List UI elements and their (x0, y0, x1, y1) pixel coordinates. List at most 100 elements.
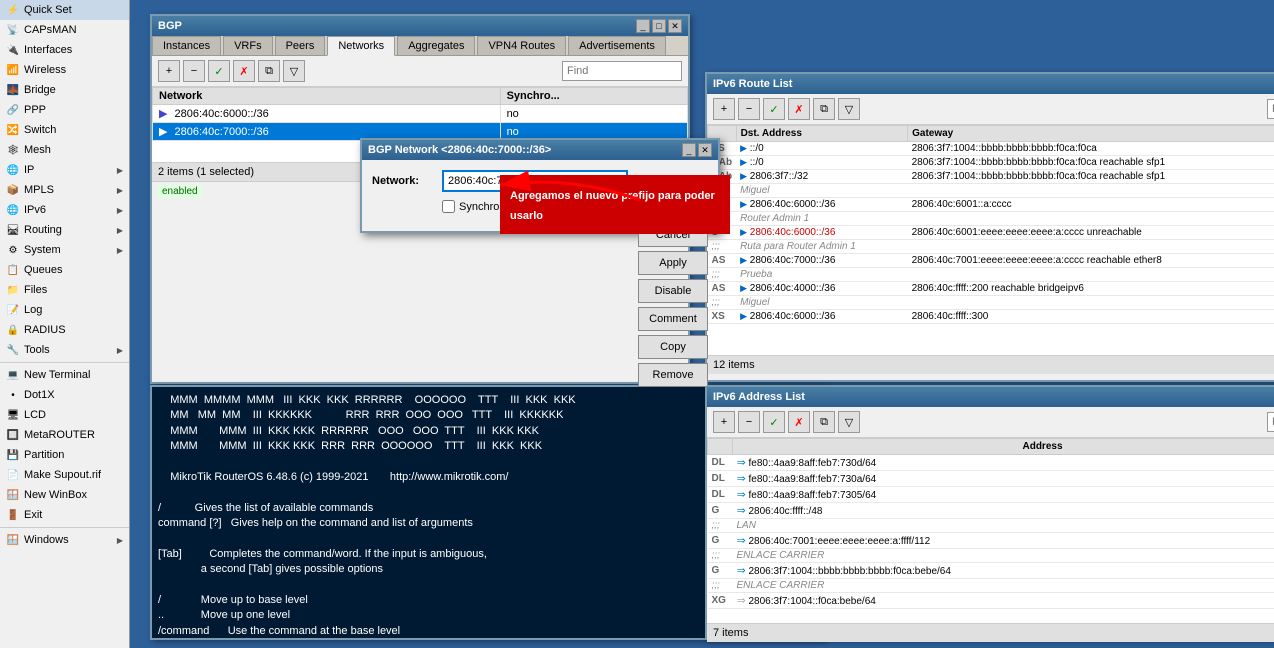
windows-arrow: ▶ (117, 536, 123, 545)
addr-cross-btn[interactable]: ✗ (788, 411, 810, 433)
remove-button[interactable]: − (183, 60, 205, 82)
sidebar-item-files[interactable]: 📁 Files (0, 280, 129, 300)
table-row[interactable]: AS ▶ 2806:40c:7000::/36 2806:40c:7001:ee… (708, 254, 1274, 268)
sidebar-item-new-terminal[interactable]: 💻 New Terminal (0, 365, 129, 385)
sidebar-item-interfaces[interactable]: 🔌 Interfaces (0, 40, 129, 60)
sidebar-item-queues[interactable]: 📋 Queues (0, 260, 129, 280)
sidebar-item-windows[interactable]: 🪟 Windows ▶ (0, 530, 129, 550)
table-row[interactable]: XS ▶ ::/0 2806:3f7:1004::bbbb:bbbb:bbbb:… (708, 142, 1274, 156)
table-row[interactable]: DAb ▶ ::/0 2806:3f7:1004::bbbb:bbbb:bbbb… (708, 156, 1274, 170)
sidebar-item-ip[interactable]: 🌐 IP ▶ (0, 160, 129, 180)
sidebar-item-lcd[interactable]: 🖥 LCD (0, 405, 129, 425)
table-row[interactable]: AS ▶ 2806:40c:4000::/36 2806:40c:ffff::2… (708, 282, 1274, 296)
cell-dst: ▶ 2806:3f7::/32 (736, 170, 908, 184)
comment-button[interactable]: Comment (638, 307, 708, 331)
comment-row: ;;; LAN (708, 519, 1274, 533)
bgp-minimize-button[interactable]: _ (636, 19, 650, 33)
ipv6-remove-btn[interactable]: − (738, 98, 760, 120)
bgp-search-input[interactable] (562, 61, 682, 81)
sidebar-item-log[interactable]: 📝 Log (0, 300, 129, 320)
table-row[interactable]: XG ⇒ 2806:3f7:1004::f0ca:bebe/64 (708, 593, 1274, 609)
table-row[interactable]: XS ▶ 2806:40c:6000::/36 2806:40c:ffff::3… (708, 310, 1274, 324)
bgp-close-button[interactable]: ✕ (668, 19, 682, 33)
ipv6-search-input[interactable] (1267, 99, 1274, 119)
comment-label: ;;; (708, 549, 733, 563)
terminal-icon: 💻 (6, 368, 20, 382)
table-row[interactable]: XS ▶ 2806:40c:6000::/36 2806:40c:6001::a… (708, 198, 1274, 212)
sidebar-item-ppp[interactable]: 🔗 PPP (0, 100, 129, 120)
comment-label: ;;; (708, 519, 733, 533)
table-row[interactable]: G ⇒ 2806:40c:7001:eeee:eeee:eeee:a:ffff/… (708, 533, 1274, 549)
sidebar-item-routing[interactable]: 🛤 Routing ▶ (0, 220, 129, 240)
sidebar-item-tools[interactable]: 🔧 Tools ▶ (0, 340, 129, 360)
cross-button[interactable]: ✗ (233, 60, 255, 82)
ipv6-copy-btn[interactable]: ⧉ (813, 98, 835, 120)
ipv6-add-btn[interactable]: + (713, 98, 735, 120)
disable-button[interactable]: Disable (638, 279, 708, 303)
addr-check-btn[interactable]: ✓ (763, 411, 785, 433)
table-row[interactable]: ▶ 2806:40c:6000::/36 no (153, 105, 688, 123)
table-row[interactable]: S ▶ 2806:40c:6000::/36 2806:40c:6001:eee… (708, 226, 1274, 240)
table-row[interactable]: G ⇒ 2806:3f7:1004::bbbb:bbbb:bbbb:f0ca:b… (708, 563, 1274, 579)
files-icon: 📁 (6, 283, 20, 297)
add-button[interactable]: + (158, 60, 180, 82)
sidebar-item-capsman[interactable]: 📡 CAPsMAN (0, 20, 129, 40)
table-row[interactable]: DL ⇒ fe80::4aa9:8aff:feb7:730d/64 (708, 455, 1274, 471)
tab-vrfs[interactable]: VRFs (223, 36, 273, 55)
sidebar-item-supout[interactable]: 📄 Make Supout.rif (0, 465, 129, 485)
sidebar-item-new-winbox[interactable]: 🪟 New WinBox (0, 485, 129, 505)
addr-remove-btn[interactable]: − (738, 411, 760, 433)
check-button[interactable]: ✓ (208, 60, 230, 82)
ipv6-check-btn[interactable]: ✓ (763, 98, 785, 120)
sidebar-item-mpls[interactable]: 📦 MPLS ▶ (0, 180, 129, 200)
table-row[interactable]: DL ⇒ fe80::4aa9:8aff:feb7:7305/64 (708, 487, 1274, 503)
tab-vpn4-routes[interactable]: VPN4 Routes (477, 36, 566, 55)
cell-gw: 2806:3f7:1004::bbbb:bbbb:bbbb:f0ca:f0ca … (908, 156, 1274, 170)
copy-button[interactable]: Copy (638, 335, 708, 359)
bgp-maximize-button[interactable]: □ (652, 19, 666, 33)
tab-instances[interactable]: Instances (152, 36, 221, 55)
tab-aggregates[interactable]: Aggregates (397, 36, 475, 55)
sidebar-item-radius[interactable]: 🔒 RADIUS (0, 320, 129, 340)
sidebar-item-dot1x[interactable]: • Dot1X (0, 385, 129, 405)
table-row[interactable]: DL ⇒ fe80::4aa9:8aff:feb7:730a/64 (708, 471, 1274, 487)
sidebar-item-bridge[interactable]: 🌉 Bridge (0, 80, 129, 100)
sidebar-label-quickset: Quick Set (24, 4, 72, 16)
row-label: G (708, 533, 733, 549)
table-row[interactable]: DAb ▶ 2806:3f7::/32 2806:3f7:1004::bbbb:… (708, 170, 1274, 184)
remove-button[interactable]: Remove (638, 363, 708, 387)
sidebar-item-ipv6[interactable]: 🌐 IPv6 ▶ (0, 200, 129, 220)
addr-copy-btn[interactable]: ⧉ (813, 411, 835, 433)
dialog-close-button[interactable]: ✕ (698, 143, 712, 157)
sidebar-item-mesh[interactable]: 🕸 Mesh (0, 140, 129, 160)
sidebar-label-partition: Partition (24, 449, 64, 461)
copy-toolbar-button[interactable]: ⧉ (258, 60, 280, 82)
synchronize-checkbox[interactable] (442, 200, 455, 213)
sidebar-item-quickset[interactable]: ⚡ Quick Set (0, 0, 129, 20)
sidebar-item-metarouter[interactable]: 🔲 MetaROUTER (0, 425, 129, 445)
sidebar-item-system[interactable]: ⚙ System ▶ (0, 240, 129, 260)
addr-search-input[interactable] (1267, 412, 1274, 432)
mpls-icon: 📦 (6, 183, 20, 197)
col-address: Address (733, 439, 1274, 455)
interfaces-icon: 🔌 (6, 43, 20, 57)
sidebar-item-exit[interactable]: 🚪 Exit (0, 505, 129, 525)
tab-advertisements[interactable]: Advertisements (568, 36, 666, 55)
ipv6-cross-btn[interactable]: ✗ (788, 98, 810, 120)
col-network: Network (153, 88, 501, 105)
sidebar-item-partition[interactable]: 💾 Partition (0, 445, 129, 465)
dialog-minimize-button[interactable]: _ (682, 143, 696, 157)
sidebar-item-wireless[interactable]: 📶 Wireless (0, 60, 129, 80)
tab-peers[interactable]: Peers (275, 36, 326, 55)
apply-button[interactable]: Apply (638, 251, 708, 275)
tab-networks[interactable]: Networks (327, 36, 395, 56)
addr-add-btn[interactable]: + (713, 411, 735, 433)
sidebar-label-system: System (24, 244, 61, 256)
sidebar-label-ipv6: IPv6 (24, 204, 46, 216)
filter-button[interactable]: ▽ (283, 60, 305, 82)
sidebar-item-switch[interactable]: 🔀 Switch (0, 120, 129, 140)
ipv6-filter-btn[interactable]: ▽ (838, 98, 860, 120)
ipv6-route-table-container: Dst. Address Gateway Distance XS ▶ ::/0 … (707, 125, 1274, 355)
table-row[interactable]: G ⇒ 2806:40c:ffff::/48 (708, 503, 1274, 519)
addr-filter-btn[interactable]: ▽ (838, 411, 860, 433)
